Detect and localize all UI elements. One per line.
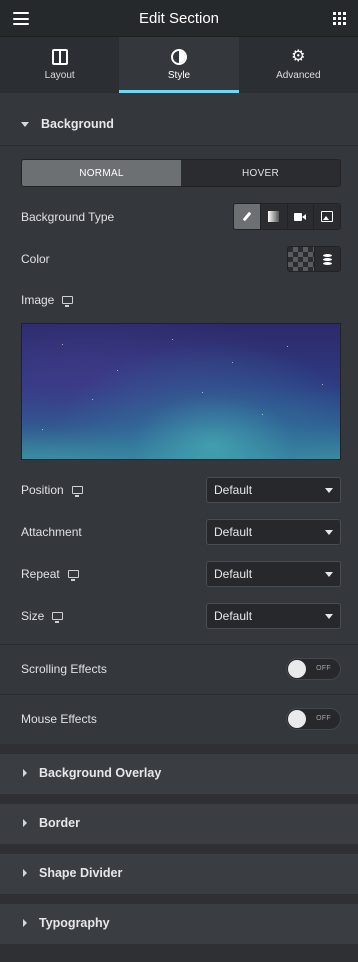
grid-icon[interactable] — [333, 12, 346, 25]
attachment-label-text: Attachment — [21, 525, 82, 539]
image-preview[interactable] — [21, 323, 341, 460]
chevron-down-icon — [325, 488, 333, 493]
desktop-icon[interactable] — [52, 612, 64, 623]
size-label-text: Size — [21, 609, 45, 623]
chevron-down-icon — [325, 614, 333, 619]
slideshow-icon — [321, 211, 334, 222]
tab-bar: Layout Style ⚙ Advanced — [0, 37, 358, 93]
panel-title: Edit Section — [138, 9, 220, 27]
chevron-down-icon — [325, 530, 333, 535]
repeat-select-value: Default — [214, 567, 253, 581]
toggle-state-label: OFF — [316, 665, 331, 672]
desktop-icon[interactable] — [67, 570, 79, 581]
section-shape-divider-title: Shape Divider — [39, 866, 123, 880]
divider — [0, 694, 358, 695]
section-typography-title: Typography — [39, 916, 110, 930]
tab-advanced-label: Advanced — [276, 70, 321, 81]
panel-header: Edit Section — [0, 0, 358, 37]
section-background-overlay-title: Background Overlay — [39, 766, 162, 780]
tab-layout[interactable]: Layout — [0, 37, 119, 93]
tab-advanced[interactable]: ⚙ Advanced — [239, 37, 358, 93]
divider — [0, 644, 358, 645]
scrolling-effects-label: Scrolling Effects — [21, 662, 107, 676]
attachment-label: Attachment — [21, 525, 82, 539]
caret-down-icon — [21, 121, 29, 127]
contrast-icon — [170, 49, 187, 65]
global-colors-button[interactable] — [315, 247, 340, 271]
state-normal-button[interactable]: NORMAL — [22, 160, 181, 186]
mouse-effects-label: Mouse Effects — [21, 712, 97, 726]
section-background-header[interactable]: Background — [0, 103, 358, 145]
desktop-icon[interactable] — [62, 296, 74, 307]
bg-classic-button[interactable] — [234, 204, 261, 229]
section-border-title: Border — [39, 816, 80, 830]
divider — [0, 145, 358, 146]
scrolling-effects-text: Scrolling Effects — [21, 662, 107, 676]
toggle-state-label: OFF — [316, 715, 331, 722]
repeat-select[interactable]: Default — [206, 561, 341, 587]
attachment-select[interactable]: Default — [206, 519, 341, 545]
tab-style-label: Style — [167, 70, 191, 81]
gradient-icon — [268, 211, 280, 222]
toggle-knob — [288, 660, 306, 678]
section-shape-divider-header[interactable]: Shape Divider — [0, 852, 358, 894]
repeat-label-text: Repeat — [21, 567, 60, 581]
section-typography-header[interactable]: Typography — [0, 902, 358, 944]
mouse-effects-text: Mouse Effects — [21, 712, 97, 726]
tab-style[interactable]: Style — [119, 37, 239, 93]
caret-right-icon — [23, 919, 27, 927]
attachment-select-value: Default — [214, 525, 253, 539]
repeat-label: Repeat — [21, 567, 79, 581]
image-label-text: Image — [21, 293, 55, 307]
section-border-header[interactable]: Border — [0, 802, 358, 844]
bg-video-button[interactable] — [287, 204, 315, 229]
position-select[interactable]: Default — [206, 477, 341, 503]
paint-brush-icon — [242, 211, 252, 222]
position-label: Position — [21, 483, 83, 497]
size-select-value: Default — [214, 609, 253, 623]
position-select-value: Default — [214, 483, 253, 497]
database-icon — [323, 253, 332, 265]
caret-right-icon — [23, 869, 27, 877]
state-hover-button[interactable]: HOVER — [181, 160, 340, 186]
color-swatch[interactable] — [288, 247, 315, 271]
caret-right-icon — [23, 819, 27, 827]
background-type-selector — [233, 203, 341, 230]
bg-gradient-button[interactable] — [260, 204, 288, 229]
state-switcher: NORMAL HOVER — [21, 159, 341, 187]
scrolling-effects-toggle[interactable]: OFF — [286, 658, 341, 680]
video-camera-icon — [294, 212, 307, 221]
bg-slideshow-button[interactable] — [314, 204, 340, 229]
background-type-label: Background Type — [21, 210, 114, 224]
chevron-down-icon — [325, 572, 333, 577]
size-label: Size — [21, 609, 64, 623]
mouse-effects-toggle[interactable]: OFF — [286, 708, 341, 730]
section-background-title: Background — [41, 117, 114, 131]
hamburger-icon[interactable] — [13, 12, 29, 25]
caret-right-icon — [23, 769, 27, 777]
image-label: Image — [21, 293, 74, 307]
layout-icon — [51, 49, 68, 65]
position-label-text: Position — [21, 483, 64, 497]
desktop-icon[interactable] — [71, 486, 83, 497]
color-control — [287, 246, 341, 272]
size-select[interactable]: Default — [206, 603, 341, 629]
background-type-label-text: Background Type — [21, 210, 115, 224]
gear-icon: ⚙ — [291, 48, 306, 65]
tab-layout-label: Layout — [44, 70, 75, 81]
section-background-overlay-header[interactable]: Background Overlay — [0, 752, 358, 794]
color-label: Color — [21, 252, 50, 266]
color-label-text: Color — [21, 252, 50, 266]
toggle-knob — [288, 710, 306, 728]
